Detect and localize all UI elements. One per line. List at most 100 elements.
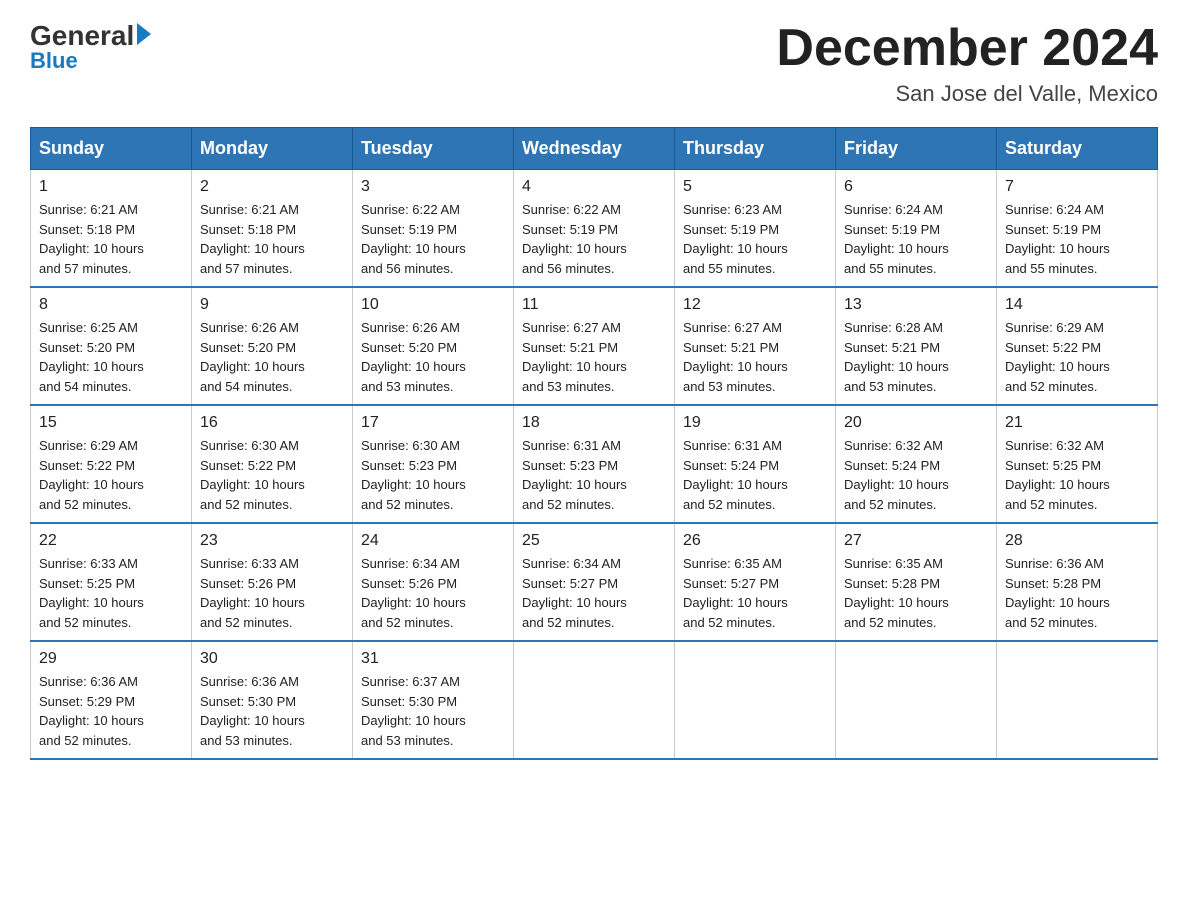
day-info: Sunrise: 6:29 AMSunset: 5:22 PMDaylight:… (1005, 318, 1149, 396)
calendar-cell: 6 Sunrise: 6:24 AMSunset: 5:19 PMDaylight… (836, 170, 997, 288)
day-number: 14 (1005, 296, 1149, 314)
header-friday: Friday (836, 128, 997, 170)
calendar-cell: 16 Sunrise: 6:30 AMSunset: 5:22 PMDayligh… (192, 405, 353, 523)
page-header: General Blue December 2024 San Jose del … (30, 20, 1158, 107)
day-info: Sunrise: 6:30 AMSunset: 5:23 PMDaylight:… (361, 436, 505, 514)
day-number: 1 (39, 178, 183, 196)
calendar-cell: 3Sunrise: 6:22 AMSunset: 5:19 PMDaylight… (353, 170, 514, 288)
day-info: Sunrise: 6:32 AMSunset: 5:25 PMDaylight:… (1005, 436, 1149, 514)
day-info: Sunrise: 6:37 AMSunset: 5:30 PMDaylight:… (361, 672, 505, 750)
calendar-header-row: SundayMondayTuesdayWednesdayThursdayFrid… (31, 128, 1158, 170)
day-number: 27 (844, 532, 988, 550)
calendar-week-row: 29 Sunrise: 6:36 AMSunset: 5:29 PMDayligh… (31, 641, 1158, 759)
day-number: 13 (844, 296, 988, 314)
day-number: 10 (361, 296, 505, 314)
calendar-cell (997, 641, 1158, 759)
day-info: Sunrise: 6:25 AMSunset: 5:20 PMDaylight:… (39, 318, 183, 396)
calendar-cell: 2Sunrise: 6:21 AMSunset: 5:18 PMDaylight… (192, 170, 353, 288)
day-info: Sunrise: 6:36 AMSunset: 5:30 PMDaylight:… (200, 672, 344, 750)
day-info: Sunrise: 6:29 AMSunset: 5:22 PMDaylight:… (39, 436, 183, 514)
calendar-cell: 8 Sunrise: 6:25 AMSunset: 5:20 PMDaylight… (31, 287, 192, 405)
calendar-cell: 20 Sunrise: 6:32 AMSunset: 5:24 PMDayligh… (836, 405, 997, 523)
day-info: Sunrise: 6:31 AMSunset: 5:23 PMDaylight:… (522, 436, 666, 514)
calendar-cell (514, 641, 675, 759)
day-info: Sunrise: 6:26 AMSunset: 5:20 PMDaylight:… (361, 318, 505, 396)
calendar-cell: 18Sunrise: 6:31 AMSunset: 5:23 PMDayligh… (514, 405, 675, 523)
location-text: San Jose del Valle, Mexico (776, 81, 1158, 107)
day-number: 2 (200, 178, 344, 196)
day-info: Sunrise: 6:35 AMSunset: 5:28 PMDaylight:… (844, 554, 988, 632)
day-info: Sunrise: 6:33 AMSunset: 5:26 PMDaylight:… (200, 554, 344, 632)
day-info: Sunrise: 6:28 AMSunset: 5:21 PMDaylight:… (844, 318, 988, 396)
day-info: Sunrise: 6:24 AMSunset: 5:19 PMDaylight:… (1005, 200, 1149, 278)
calendar-cell (836, 641, 997, 759)
day-number: 12 (683, 296, 827, 314)
day-info: Sunrise: 6:27 AMSunset: 5:21 PMDaylight:… (522, 318, 666, 396)
calendar-table: SundayMondayTuesdayWednesdayThursdayFrid… (30, 127, 1158, 760)
day-number: 8 (39, 296, 183, 314)
day-number: 21 (1005, 414, 1149, 432)
calendar-cell: 13 Sunrise: 6:28 AMSunset: 5:21 PMDayligh… (836, 287, 997, 405)
logo-blue-text: Blue (30, 48, 151, 74)
day-number: 30 (200, 650, 344, 668)
header-thursday: Thursday (675, 128, 836, 170)
calendar-cell: 14 Sunrise: 6:29 AMSunset: 5:22 PMDayligh… (997, 287, 1158, 405)
day-info: Sunrise: 6:36 AMSunset: 5:29 PMDaylight:… (39, 672, 183, 750)
day-number: 16 (200, 414, 344, 432)
calendar-cell (675, 641, 836, 759)
calendar-cell: 22Sunrise: 6:33 AMSunset: 5:25 PMDayligh… (31, 523, 192, 641)
calendar-cell: 17Sunrise: 6:30 AMSunset: 5:23 PMDayligh… (353, 405, 514, 523)
calendar-cell: 5Sunrise: 6:23 AMSunset: 5:19 PMDaylight… (675, 170, 836, 288)
header-tuesday: Tuesday (353, 128, 514, 170)
calendar-cell: 27 Sunrise: 6:35 AMSunset: 5:28 PMDayligh… (836, 523, 997, 641)
day-number: 28 (1005, 532, 1149, 550)
calendar-cell: 24 Sunrise: 6:34 AMSunset: 5:26 PMDayligh… (353, 523, 514, 641)
day-number: 23 (200, 532, 344, 550)
calendar-cell: 10 Sunrise: 6:26 AMSunset: 5:20 PMDayligh… (353, 287, 514, 405)
day-number: 4 (522, 178, 666, 196)
day-number: 15 (39, 414, 183, 432)
calendar-week-row: 22Sunrise: 6:33 AMSunset: 5:25 PMDayligh… (31, 523, 1158, 641)
day-info: Sunrise: 6:35 AMSunset: 5:27 PMDaylight:… (683, 554, 827, 632)
calendar-cell: 11 Sunrise: 6:27 AMSunset: 5:21 PMDayligh… (514, 287, 675, 405)
header-saturday: Saturday (997, 128, 1158, 170)
calendar-cell: 23 Sunrise: 6:33 AMSunset: 5:26 PMDayligh… (192, 523, 353, 641)
day-info: Sunrise: 6:30 AMSunset: 5:22 PMDaylight:… (200, 436, 344, 514)
day-number: 11 (522, 296, 666, 314)
day-number: 5 (683, 178, 827, 196)
day-info: Sunrise: 6:22 AMSunset: 5:19 PMDaylight:… (361, 200, 505, 278)
day-info: Sunrise: 6:31 AMSunset: 5:24 PMDaylight:… (683, 436, 827, 514)
header-monday: Monday (192, 128, 353, 170)
day-number: 22 (39, 532, 183, 550)
calendar-week-row: 8 Sunrise: 6:25 AMSunset: 5:20 PMDaylight… (31, 287, 1158, 405)
calendar-cell: 30 Sunrise: 6:36 AMSunset: 5:30 PMDayligh… (192, 641, 353, 759)
calendar-cell: 9Sunrise: 6:26 AMSunset: 5:20 PMDaylight… (192, 287, 353, 405)
calendar-cell: 19 Sunrise: 6:31 AMSunset: 5:24 PMDayligh… (675, 405, 836, 523)
day-info: Sunrise: 6:24 AMSunset: 5:19 PMDaylight:… (844, 200, 988, 278)
calendar-cell: 29 Sunrise: 6:36 AMSunset: 5:29 PMDayligh… (31, 641, 192, 759)
day-number: 24 (361, 532, 505, 550)
calendar-cell: 25Sunrise: 6:34 AMSunset: 5:27 PMDayligh… (514, 523, 675, 641)
day-number: 6 (844, 178, 988, 196)
day-info: Sunrise: 6:27 AMSunset: 5:21 PMDaylight:… (683, 318, 827, 396)
month-title: December 2024 (776, 20, 1158, 77)
calendar-cell: 7Sunrise: 6:24 AMSunset: 5:19 PMDaylight… (997, 170, 1158, 288)
day-info: Sunrise: 6:32 AMSunset: 5:24 PMDaylight:… (844, 436, 988, 514)
header-wednesday: Wednesday (514, 128, 675, 170)
calendar-cell: 28 Sunrise: 6:36 AMSunset: 5:28 PMDayligh… (997, 523, 1158, 641)
day-number: 26 (683, 532, 827, 550)
day-info: Sunrise: 6:36 AMSunset: 5:28 PMDaylight:… (1005, 554, 1149, 632)
day-number: 19 (683, 414, 827, 432)
calendar-cell: 31 Sunrise: 6:37 AMSunset: 5:30 PMDayligh… (353, 641, 514, 759)
logo-triangle-icon (137, 23, 151, 45)
header-sunday: Sunday (31, 128, 192, 170)
day-info: Sunrise: 6:34 AMSunset: 5:26 PMDaylight:… (361, 554, 505, 632)
calendar-cell: 15 Sunrise: 6:29 AMSunset: 5:22 PMDayligh… (31, 405, 192, 523)
day-number: 29 (39, 650, 183, 668)
day-number: 20 (844, 414, 988, 432)
calendar-cell: 26 Sunrise: 6:35 AMSunset: 5:27 PMDayligh… (675, 523, 836, 641)
logo: General Blue (30, 20, 151, 74)
day-info: Sunrise: 6:26 AMSunset: 5:20 PMDaylight:… (200, 318, 344, 396)
calendar-cell: 21 Sunrise: 6:32 AMSunset: 5:25 PMDayligh… (997, 405, 1158, 523)
day-number: 31 (361, 650, 505, 668)
